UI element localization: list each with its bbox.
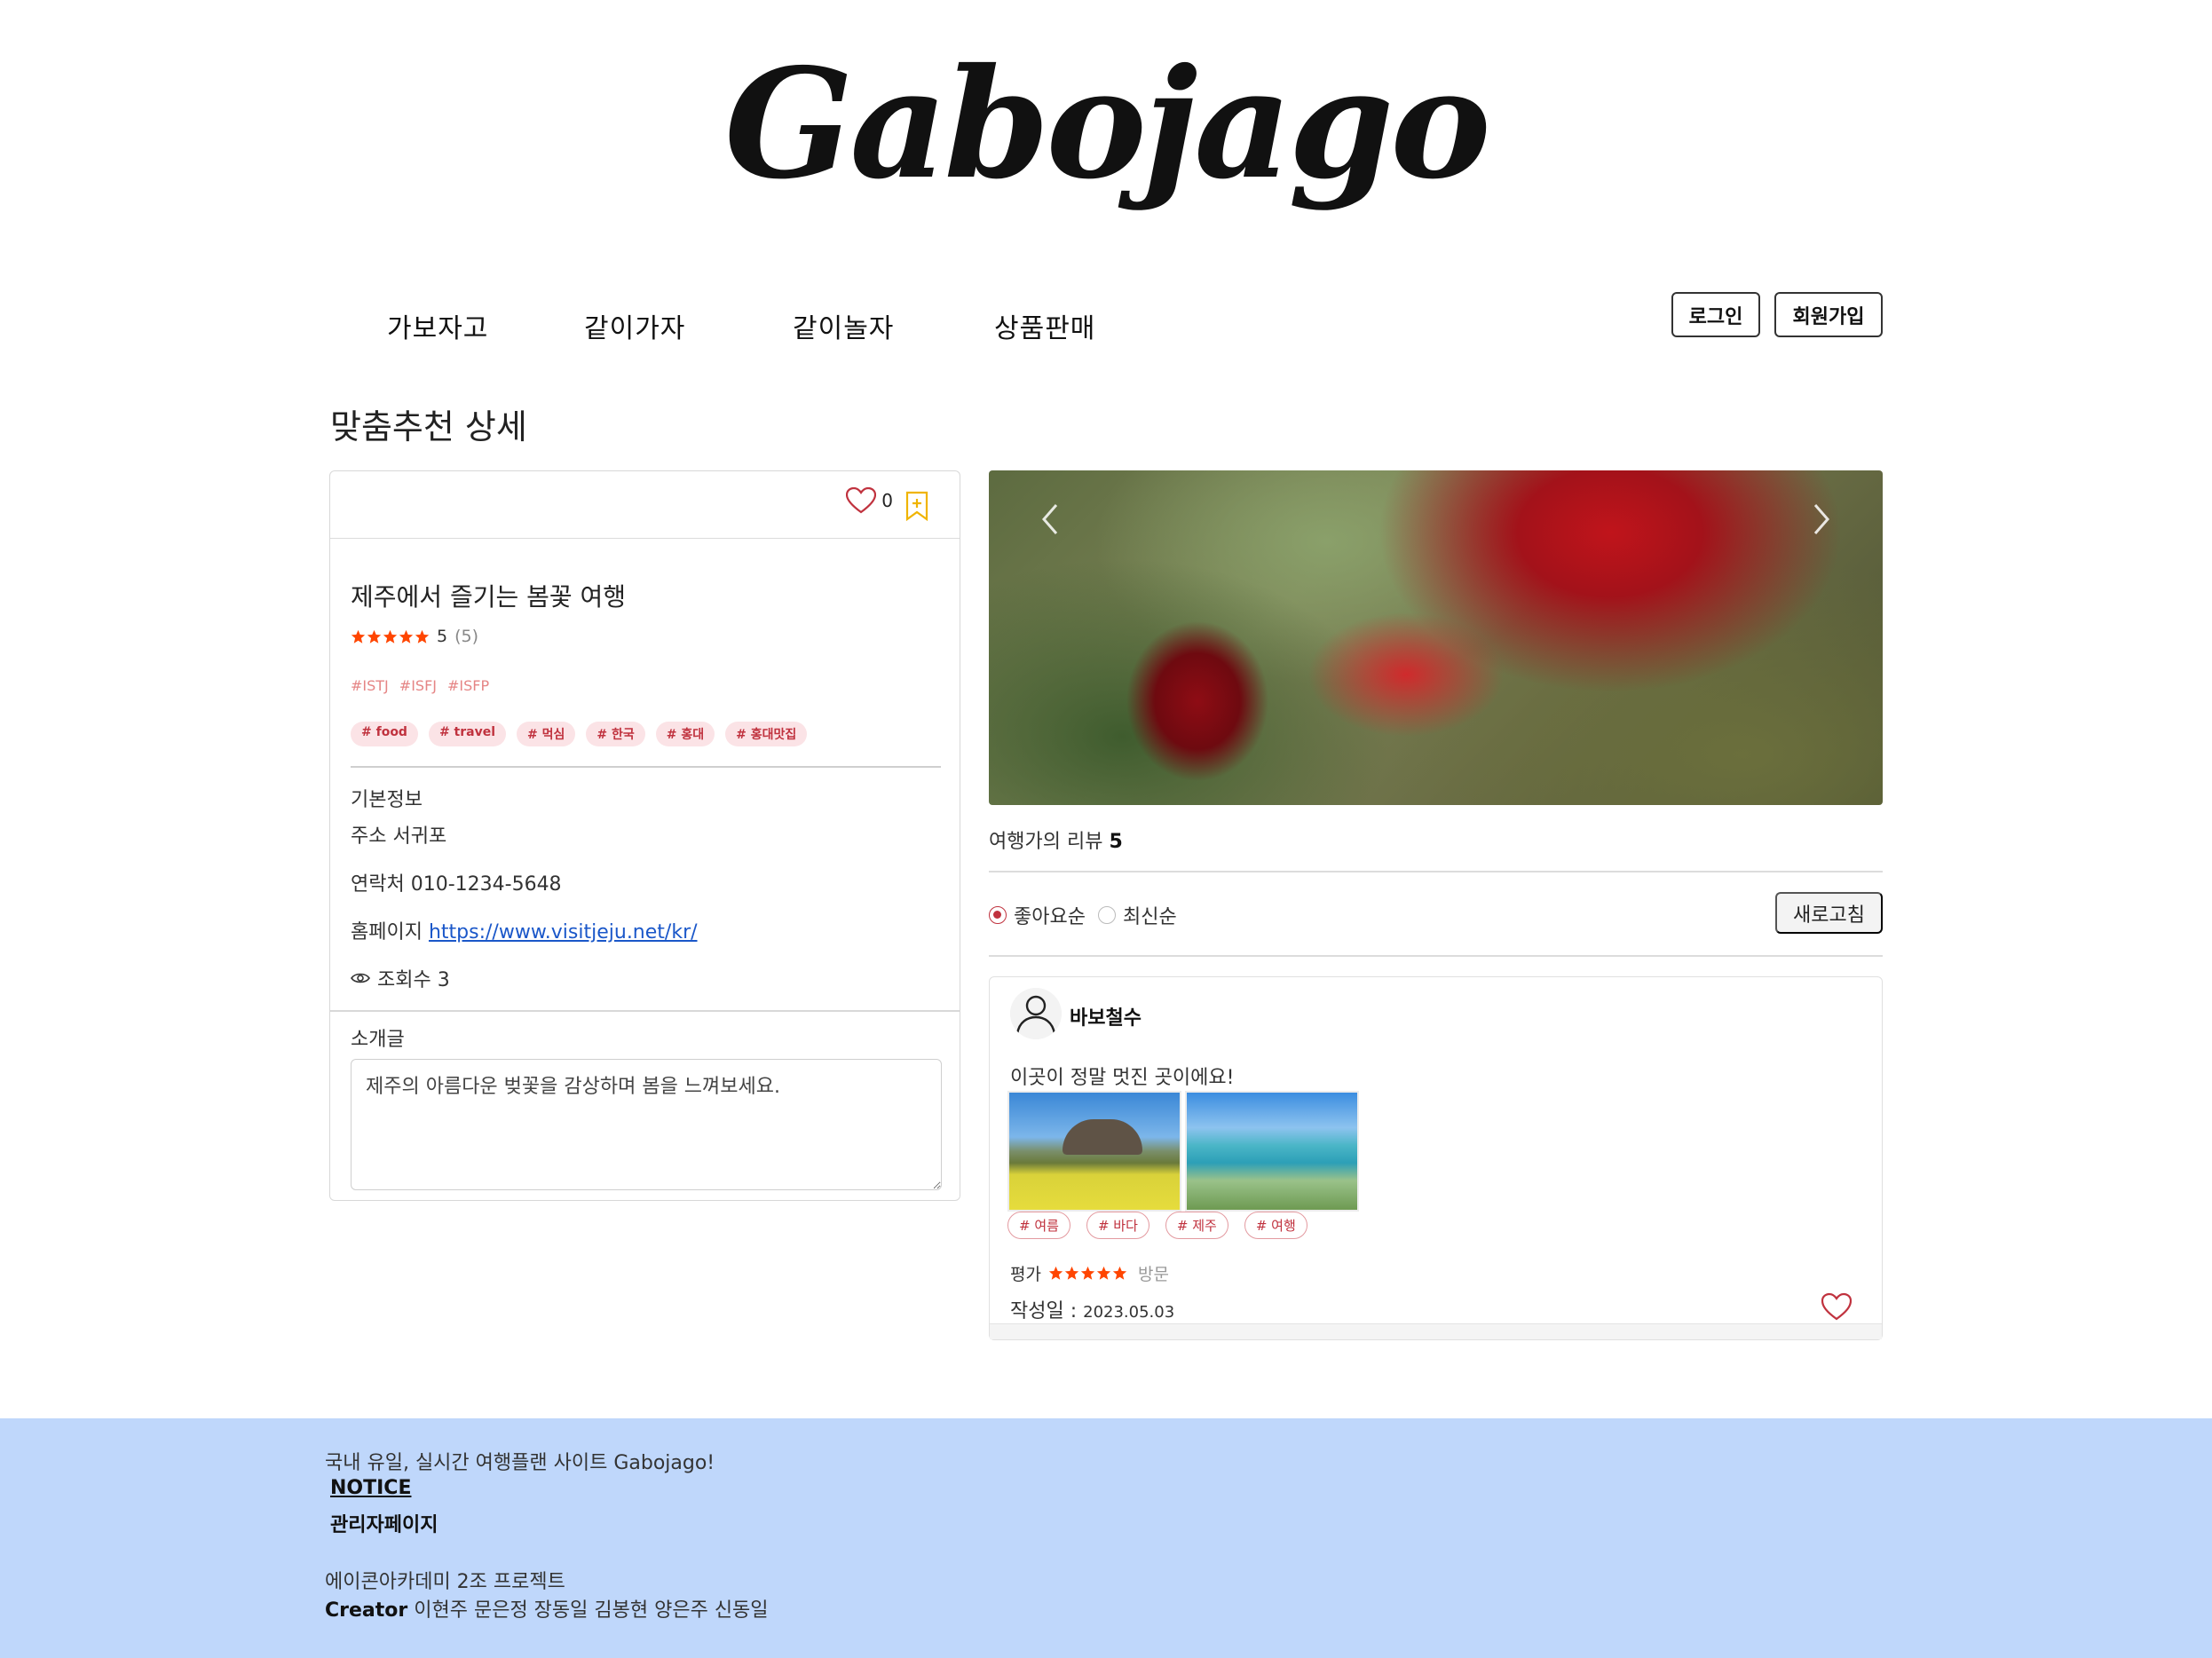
site-footer: 국내 유일, 실시간 여행플랜 사이트 Gabojago! NOTICE 관리자… [0, 1418, 2212, 1658]
score-label: 평가 [1010, 1265, 1041, 1284]
review-hashtag[interactable]: # 여름 [1007, 1212, 1070, 1239]
image-carousel[interactable] [989, 470, 1883, 805]
footer-creators: Creator 이현주 문은정 장동일 김봉현 양은주 신동일 [325, 1594, 769, 1622]
review-text: 이곳이 정말 멋진 곳이에요! [1010, 1067, 1235, 1089]
detail-card-header: 0 [330, 471, 960, 539]
mbti-tags: #ISTJ #ISFJ #ISFP [351, 677, 489, 694]
place-title: 제주에서 즐기는 봄꽃 여행 [351, 582, 627, 612]
rating-value: 5 [437, 627, 448, 646]
review-score-row: 평가 방문 [1010, 1261, 1169, 1285]
divider [330, 1010, 960, 1012]
review-card-footer [990, 1323, 1882, 1339]
eye-icon [351, 973, 370, 983]
photo-hill [1063, 1119, 1142, 1155]
address-text: 주소 서귀포 [351, 825, 447, 848]
footer-admin-link[interactable]: 관리자페이지 [330, 1509, 438, 1537]
rating-stars [351, 629, 430, 644]
star-icon [1096, 1266, 1111, 1280]
hashtag[interactable]: # 한국 [586, 722, 645, 746]
review-photo[interactable] [1185, 1091, 1359, 1212]
star-icon [383, 629, 398, 643]
footer-notice-link[interactable]: NOTICE [330, 1477, 411, 1499]
review-date-row: 작성일 : 2023.05.03 [1010, 1295, 1174, 1323]
user-icon[interactable] [1010, 988, 1062, 1039]
review-hashtag[interactable]: # 제주 [1165, 1212, 1228, 1239]
star-icon [1048, 1266, 1063, 1280]
visit-label: 방문 [1137, 1265, 1169, 1284]
footer-tagline: 국내 유일, 실시간 여행플랜 사이트 Gabojago! [325, 1452, 715, 1474]
site-logo[interactable]: Gabojago [0, 49, 2212, 200]
review-stars [1048, 1266, 1127, 1281]
hashtag-list: # food # travel # 먹심 # 한국 # 홍대 # 홍대맛집 [351, 722, 808, 746]
star-icon [1064, 1266, 1079, 1280]
sort-label-latest[interactable]: 최신순 [1123, 901, 1177, 929]
star-icon [351, 629, 366, 643]
sort-options: 좋아요순 최신순 [989, 901, 1177, 929]
contact-text: 연락처 010-1234-5648 [351, 873, 562, 896]
intro-label: 소개글 [351, 1029, 405, 1051]
intro-textarea[interactable]: 제주의 아름다운 벚꽃을 감상하며 봄을 느껴보세요. [351, 1059, 942, 1190]
creator-label: Creator [325, 1599, 408, 1622]
mbti-tag[interactable]: #ISFP [447, 677, 489, 694]
review-date: 2023.05.03 [1083, 1303, 1175, 1322]
chevron-left-icon[interactable] [1033, 493, 1069, 546]
homepage-link[interactable]: https://www.visitjeju.net/kr/ [429, 921, 698, 943]
signup-button[interactable]: 회원가입 [1774, 292, 1883, 337]
review-hashtags: # 여름 # 바다 # 제주 # 여행 [1007, 1212, 1307, 1239]
rating-row: 5 (5) [351, 627, 478, 646]
mbti-tag[interactable]: #ISFJ [399, 677, 437, 694]
review-hashtag[interactable]: # 바다 [1086, 1212, 1149, 1239]
star-icon [415, 629, 430, 643]
nav-item-gachinolja[interactable]: 같이놀자 [793, 306, 894, 345]
star-icon [367, 629, 382, 643]
sort-label-likes[interactable]: 좋아요순 [1014, 901, 1086, 929]
rating-count: (5) [454, 627, 479, 646]
like-count: 0 [881, 490, 893, 511]
mbti-tag[interactable]: #ISTJ [351, 677, 389, 694]
review-heading: 여행가의 리뷰 5 [989, 825, 1123, 854]
hashtag[interactable]: # food [351, 722, 418, 746]
nav-item-gabojago[interactable]: 가보자고 [387, 306, 488, 345]
chevron-right-icon[interactable] [1803, 493, 1838, 546]
hashtag[interactable]: # 먹심 [517, 722, 576, 746]
views-row: 조회수 3 [351, 964, 450, 992]
nav-item-shop[interactable]: 상품판매 [994, 306, 1095, 345]
star-icon [1112, 1266, 1127, 1280]
detail-card: 0 제주에서 즐기는 봄꽃 여행 5 (5) #ISTJ #ISFJ #ISFP… [329, 470, 960, 1201]
star-icon [399, 629, 414, 643]
like-button[interactable]: 0 [846, 487, 893, 514]
page-title: 맞춤추천 상세 [330, 407, 527, 446]
review-heading-label: 여행가의 리뷰 [989, 831, 1103, 853]
divider [989, 955, 1883, 957]
homepage-label: 홈페이지 [351, 921, 423, 943]
basic-info-label: 기본정보 [351, 789, 423, 811]
review-count: 5 [1109, 831, 1123, 853]
sort-radio-likes[interactable] [989, 906, 1007, 924]
review-photo[interactable] [1007, 1091, 1181, 1212]
heart-icon [846, 487, 877, 514]
hashtag[interactable]: # 홍대 [655, 722, 715, 746]
refresh-button[interactable]: 새로고침 [1775, 892, 1883, 934]
bookmark-icon[interactable] [905, 491, 928, 521]
review-card: 바보철수 이곳이 정말 멋진 곳이에요! # 여름 # 바다 # 제주 # 여행… [989, 976, 1883, 1340]
homepage-row: 홈페이지 https://www.visitjeju.net/kr/ [351, 916, 698, 944]
divider [989, 871, 1883, 872]
creator-names: 이현주 문은정 장동일 김봉현 양은주 신동일 [414, 1599, 769, 1622]
review-hashtag[interactable]: # 여행 [1244, 1212, 1307, 1239]
hashtag[interactable]: # 홍대맛집 [725, 722, 808, 746]
date-label: 작성일 : [1010, 1300, 1084, 1322]
reviewer-name[interactable]: 바보철수 [1070, 1002, 1142, 1030]
footer-project: 에이콘아카데미 2조 프로젝트 [325, 1571, 565, 1593]
divider [351, 766, 941, 768]
views-count: 조회수 3 [377, 969, 450, 991]
sort-radio-latest[interactable] [1097, 906, 1116, 924]
login-button[interactable]: 로그인 [1671, 292, 1760, 337]
star-icon [1080, 1266, 1095, 1280]
hashtag[interactable]: # travel [428, 722, 507, 746]
heart-icon[interactable] [1821, 1292, 1852, 1321]
nav-item-gachigaja[interactable]: 같이가자 [584, 306, 685, 345]
